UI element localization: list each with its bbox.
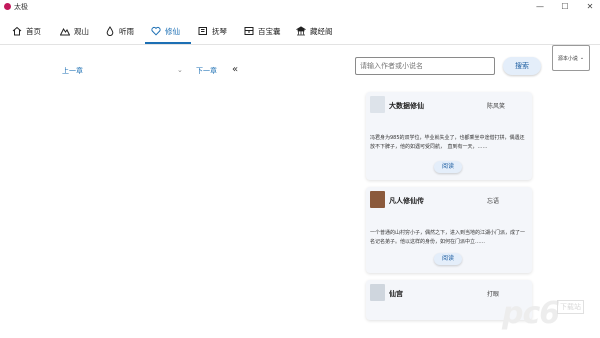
book-icon <box>198 27 207 35</box>
book-title: 仙宫 <box>389 290 403 298</box>
temple-icon <box>296 26 306 36</box>
source-select-value: 源本小说 <box>557 55 578 62</box>
read-button[interactable]: 阅读 <box>434 253 462 265</box>
chevron-down-icon[interactable]: ⌄ <box>177 66 183 74</box>
book-description: 一个普通的山村穷小子，偶然之下，进入到当地的江湖小门派，成了一名记名弟子。他以这… <box>370 230 526 245</box>
book-title: 大数据修仙 <box>389 102 424 110</box>
close-button[interactable]: ✕ <box>578 0 600 14</box>
prev-chapter-label: 上一章 <box>62 67 83 75</box>
app-logo-icon <box>4 3 11 10</box>
book-description: 冯君身为985的双学位，毕业就失业了，也都乘坐中途借打拼，偶遇还放不下脾子，他的… <box>370 135 525 150</box>
tab-cultivation[interactable]: 修仙 <box>145 18 191 44</box>
tab-library-label: 藏经阁 <box>310 26 333 36</box>
tab-zither-label: 抚琴 <box>212 26 227 36</box>
nav-divider <box>0 44 600 45</box>
tab-mountain-label: 观山 <box>74 26 89 36</box>
tab-treasure-label: 百宝囊 <box>258 26 281 36</box>
next-chapter-label: 下一章 <box>196 67 217 75</box>
book-cover <box>370 96 385 113</box>
tab-zither[interactable]: 抚琴 <box>198 18 227 44</box>
mountain-icon <box>60 28 70 36</box>
search-button[interactable]: 搜索 <box>503 57 541 75</box>
tab-mountain[interactable]: 观山 <box>60 18 89 44</box>
watermark-text: pc6 <box>502 296 560 331</box>
tab-cultivation-label: 修仙 <box>165 26 180 36</box>
title-bar: 太极 — ☐ ✕ <box>0 0 600 14</box>
book-author: 忘语 <box>487 198 500 205</box>
tab-home[interactable]: 首页 <box>12 18 41 44</box>
tab-treasure[interactable]: 百宝囊 <box>244 18 281 44</box>
collapse-double-chevron-icon[interactable]: « <box>232 63 238 77</box>
chevron-down-icon: ⌄ <box>579 55 585 61</box>
search-input[interactable] <box>355 57 495 75</box>
book-cover <box>370 284 385 301</box>
tab-library[interactable]: 藏经阁 <box>296 18 333 44</box>
tab-home-label: 首页 <box>26 26 41 36</box>
book-author: 陈风笑 <box>487 103 506 110</box>
read-button[interactable]: 阅读 <box>434 161 462 173</box>
book-author: 打眼 <box>487 291 500 298</box>
next-chapter-button[interactable]: 下一章 <box>196 63 217 79</box>
book-card: 凡人修仙传 忘语 一个普通的山村穷小子，偶然之下，进入到当地的江湖小门派，成了一… <box>366 187 532 273</box>
source-select[interactable]: 源本小说 ⌄ <box>552 45 590 71</box>
tab-rain-label: 听雨 <box>119 26 134 36</box>
window-title: 太极 <box>14 3 28 11</box>
tab-rain[interactable]: 听雨 <box>105 18 134 44</box>
heart-icon <box>151 26 161 36</box>
box-icon <box>244 27 254 35</box>
prev-chapter-button[interactable]: 上一章 <box>62 63 83 79</box>
book-cover <box>370 191 385 208</box>
drop-icon <box>106 26 114 36</box>
home-icon <box>12 26 22 36</box>
watermark-logo: pc6 下载站 <box>502 294 592 334</box>
nav-bar: 首页 观山 听雨 修仙 抚琴 百宝囊 藏经阁 <box>0 18 600 44</box>
book-card: 大数据修仙 陈风笑 冯君身为985的双学位，毕业就失业了，也都乘坐中途借打拼，偶… <box>366 92 532 180</box>
book-title: 凡人修仙传 <box>389 197 424 205</box>
maximize-button[interactable]: ☐ <box>553 0 577 14</box>
watermark-subtext: 下载站 <box>557 300 584 314</box>
minimize-button[interactable]: — <box>528 0 552 14</box>
